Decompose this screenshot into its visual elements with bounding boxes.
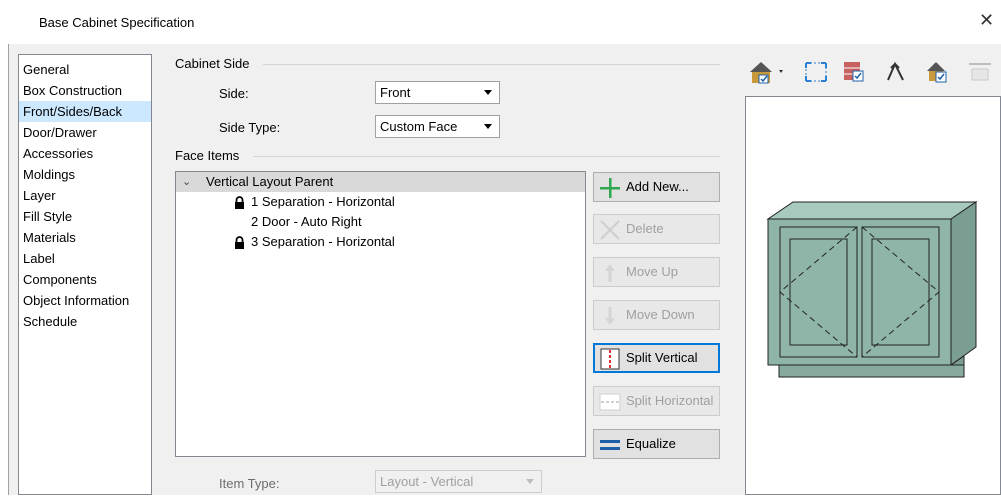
chevron-down-icon [484, 124, 492, 129]
side-select-value: Front [380, 85, 411, 100]
split-horizontal-button[interactable]: Split Horizontal [593, 386, 720, 416]
cabinet-preview [745, 96, 1001, 495]
title-bar: Base Cabinet Specification ✕ [0, 0, 1001, 44]
item-type-select-value: Layout - Vertical [380, 474, 474, 489]
move-down-button[interactable]: Move Down [593, 300, 720, 330]
add-new-button[interactable]: Add New... [593, 172, 720, 202]
nav-item-box-construction[interactable]: Box Construction [19, 80, 151, 101]
nav-item-door-drawer[interactable]: Door/Drawer [19, 122, 151, 143]
face-items-tree[interactable]: ⌄ Vertical Layout Parent 1 Separation - … [175, 171, 586, 457]
delete-button[interactable]: Delete [593, 214, 720, 244]
category-list: General Box Construction Front/Sides/Bac… [18, 54, 152, 495]
move-down-label: Move Down [626, 307, 695, 322]
nav-item-components[interactable]: Components [19, 269, 151, 290]
equalize-icon [600, 440, 620, 450]
lock-icon [235, 196, 244, 210]
window-title: Base Cabinet Specification [39, 15, 195, 30]
close-icon[interactable]: ✕ [979, 10, 994, 30]
nav-item-layer[interactable]: Layer [19, 185, 151, 206]
item-type-label: Item Type: [219, 476, 280, 491]
chevron-down-icon[interactable]: ⌄ [182, 172, 191, 192]
nav-item-materials[interactable]: Materials [19, 227, 151, 248]
nav-item-fill-style[interactable]: Fill Style [19, 206, 151, 227]
cabinet-side-divider [263, 64, 720, 65]
arrow-up-icon [605, 264, 615, 282]
fill-window-icon[interactable] [803, 58, 829, 86]
nav-item-label[interactable]: Label [19, 248, 151, 269]
camera-view-icon[interactable] [747, 58, 791, 86]
chevron-down-icon [526, 479, 534, 484]
face-items-group-label: Face Items [175, 148, 240, 163]
side-type-label: Side Type: [219, 120, 281, 135]
side-label: Side: [219, 86, 249, 101]
arrow-down-icon [605, 307, 615, 325]
nav-item-general[interactable]: General [19, 59, 151, 80]
side-select[interactable]: Front [375, 81, 500, 104]
delete-x-icon [600, 220, 620, 240]
nav-item-accessories[interactable]: Accessories [19, 143, 151, 164]
split-vertical-icon [600, 348, 620, 370]
nav-item-front-sides-back[interactable]: Front/Sides/Back [19, 101, 151, 122]
cabinet-side-group-label: Cabinet Side [175, 56, 250, 71]
move-up-button[interactable]: Move Up [593, 257, 720, 287]
lock-icon [235, 236, 244, 250]
orbit-icon[interactable] [883, 58, 909, 86]
tree-node-child[interactable]: 2 Door - Auto Right [251, 212, 362, 232]
item-type-select[interactable]: Layout - Vertical [375, 470, 542, 493]
room-view-icon[interactable] [925, 58, 951, 86]
tree-node-child[interactable]: 1 Separation - Horizontal [234, 192, 395, 212]
nav-item-schedule[interactable]: Schedule [19, 311, 151, 332]
tree-node-root[interactable]: ⌄ Vertical Layout Parent [176, 172, 585, 192]
tree-node-label: 2 Door - Auto Right [251, 214, 362, 229]
split-horizontal-icon [599, 393, 621, 411]
move-up-label: Move Up [626, 264, 679, 279]
equalize-button[interactable]: Equalize [593, 429, 720, 459]
split-vertical-button[interactable]: Split Vertical [593, 343, 720, 373]
split-horizontal-label: Split Horizontal [626, 393, 714, 408]
refresh-icon[interactable] [967, 58, 993, 86]
tree-node-label: Vertical Layout Parent [206, 174, 334, 189]
side-type-select-value: Custom Face [380, 119, 458, 134]
tree-node-label: 3 Separation - Horizontal [251, 234, 395, 249]
wall-view-icon[interactable] [841, 58, 867, 86]
tree-node-child[interactable]: 3 Separation - Horizontal [234, 232, 395, 252]
add-new-label: Add New... [626, 179, 689, 194]
nav-item-object-information[interactable]: Object Information [19, 290, 151, 311]
chevron-down-icon [484, 90, 492, 95]
nav-item-moldings[interactable]: Moldings [19, 164, 151, 185]
equalize-label: Equalize [626, 436, 676, 451]
split-vertical-label: Split Vertical [626, 350, 698, 365]
face-items-divider [253, 156, 720, 157]
side-type-select[interactable]: Custom Face [375, 115, 500, 138]
delete-label: Delete [626, 221, 664, 236]
tree-node-label: 1 Separation - Horizontal [251, 194, 395, 209]
plus-icon [600, 178, 620, 198]
cabinet-3d-image [766, 201, 978, 378]
